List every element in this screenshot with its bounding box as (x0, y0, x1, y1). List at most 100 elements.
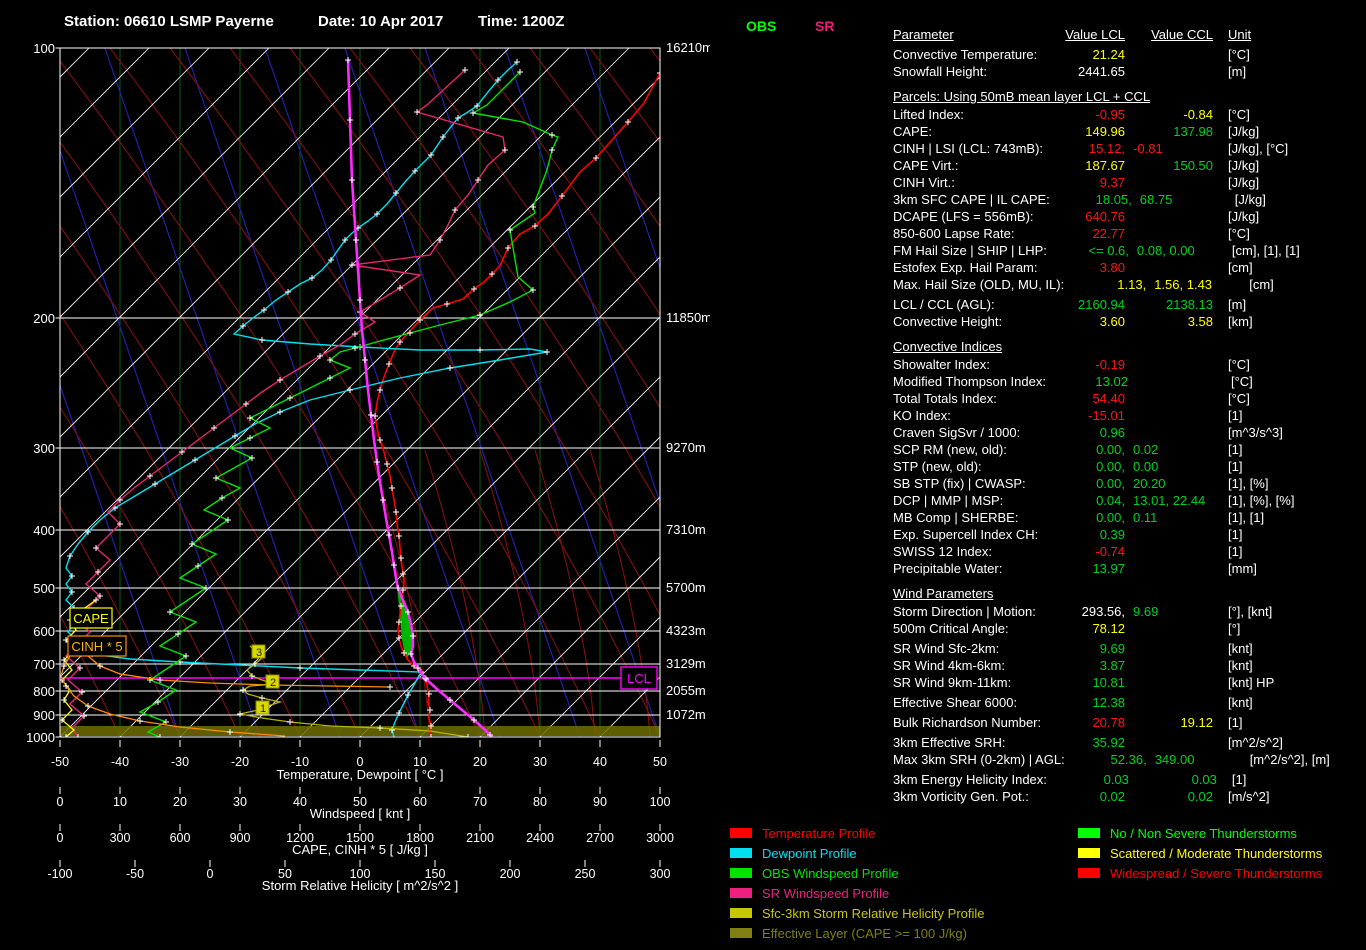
unit-label: [knt] (1228, 695, 1253, 710)
unit-label: [1] (1228, 715, 1243, 730)
unit-label: [°C] (1228, 107, 1250, 122)
value-lcl: 54.40 (1092, 391, 1125, 406)
value-ccl (1125, 694, 1213, 711)
value-lcl: 9.37 (1099, 175, 1125, 190)
unit-label: [J/kg] (1228, 158, 1260, 173)
table-row: STP (new, old): 0.00, 0.00 [1] (893, 458, 1363, 475)
axis-tick-label: 300 (650, 867, 671, 881)
table-row: KO Index: -15.01 [1] (893, 407, 1363, 424)
value-ccl (1125, 674, 1213, 691)
table-row: Snowfall Height: 2441.65 [m] (893, 63, 1363, 80)
param-label: CAPE Virt.: (893, 158, 959, 173)
altitude-label: 9270m (666, 440, 706, 455)
axis-tick-label: 60 (413, 795, 427, 809)
value-lcl: 0.39 (1099, 527, 1125, 542)
unit-label: [J/kg], [°C] (1228, 141, 1289, 156)
value-lcl: 3.80 (1099, 260, 1125, 275)
value-ccl (1125, 734, 1213, 751)
param-label: FM Hail Size | SHIP | LHP: (893, 243, 1047, 258)
value-ccl (1125, 356, 1213, 373)
value-lcl: 2160.94 (1078, 297, 1125, 312)
table-row: FM Hail Size | SHIP | LHP: <= 0.6, 0.08, 0… (893, 242, 1363, 259)
header-parameter: Parameter (893, 27, 954, 42)
value-extra: 1.56, 1.43 (1154, 277, 1213, 292)
station-title: Station: 06610 LSMP Payerne (64, 13, 274, 30)
table-row: CINH | LSI (LCL: 743mB): 15.12, -0.81 [J/kg… (893, 140, 1363, 157)
param-label: SR Wind 4km-6km: (893, 658, 1005, 673)
param-label: Convective Temperature: (893, 47, 1038, 62)
param-label: Storm Direction | Motion: (893, 604, 1036, 619)
table-row: Showalter Index: -0.19 [°C] (893, 356, 1363, 373)
table-row: SCP RM (new, old): 0.00, 0.02 [1] (893, 441, 1363, 458)
unit-label: [J/kg] (1228, 124, 1260, 139)
value-lcl: 0.96 (1099, 425, 1125, 440)
unit-label: [cm], [1], [1] (1231, 243, 1300, 258)
pressure-tick-label: 500 (33, 581, 55, 596)
legend-label: No / Non Severe Thunderstorms (1110, 825, 1297, 841)
table-row: CINH Virt.: 9.37 [J/kg] (893, 174, 1363, 191)
table-row: 3km Energy Helicity Index: 0.03 0.03 [1] (893, 771, 1363, 788)
table-row: Precipitable Water: 13.97 [mm] (893, 560, 1363, 577)
value-lcl: 21.24 (1092, 47, 1125, 62)
lcl-label: LCL (627, 671, 651, 686)
legend-item: OBS Windspeed Profile (730, 863, 985, 883)
value-extra: 20.20 (1133, 476, 1166, 491)
axis-tick-label: -100 (47, 867, 72, 881)
svg-text:3: 3 (256, 647, 262, 659)
param-label: 850-600 Lapse Rate: (893, 226, 1015, 241)
value-extra: 0.11 (1133, 510, 1158, 525)
table-row: SR Wind 4km-6km: 3.87 [knt] (893, 657, 1363, 674)
value-ccl (1125, 526, 1213, 543)
param-label: 3km SFC CAPE | IL CAPE: (893, 192, 1050, 207)
unit-label: [m^2/s^2], [m] (1249, 752, 1330, 767)
value-extra: 13.01, 22.44 (1133, 493, 1206, 508)
axis-tick-label: 30 (533, 755, 547, 769)
value-lcl: 78.12 (1092, 621, 1125, 636)
value-lcl: 0.00, (1096, 510, 1125, 525)
table-row: 3km Effective SRH: 35.92 [m^2/s^2] (893, 734, 1363, 751)
param-label: SR Wind Sfc-2km: (893, 641, 1000, 656)
value-extra: 0.02 (1133, 442, 1159, 457)
axis-tick-label: 2700 (586, 831, 614, 845)
legend-label: Effective Layer (CAPE >= 100 J/kg) (762, 925, 967, 941)
table-row: Lifted Index: -0.95 -0.84 [°C] (893, 106, 1363, 123)
axis-tick-label: 30 (233, 795, 247, 809)
table-row: CAPE: 149.96 137.98 [J/kg] (893, 123, 1363, 140)
value-ccl (1125, 543, 1213, 560)
value-lcl: -0.19 (1095, 357, 1125, 372)
value-ccl (1125, 560, 1213, 577)
section-title: Convective Indices (893, 339, 1003, 354)
table-row: Max. Hail Size (OLD, MU, IL): 1.13, 1.56, … (893, 276, 1363, 293)
legend-label: Widespread / Severe Thunderstorms (1110, 865, 1323, 881)
altitude-label: 2055m (666, 683, 706, 698)
value-lcl: 293.56, (1081, 604, 1125, 619)
value-lcl: 2441.65 (1078, 64, 1125, 79)
section-title: Wind Parameters (893, 586, 994, 601)
table-row: Total Totals Index: 54.40 [°C] (893, 390, 1363, 407)
param-label: CINH Virt.: (893, 175, 955, 190)
date-title: Date: 10 Apr 2017 (318, 13, 444, 30)
table-row: SWISS 12 Index: -0.74 [1] (893, 543, 1363, 560)
axis-tick-label: 0 (57, 831, 64, 845)
axis-title: Temperature, Dewpoint [ °C ] (276, 767, 443, 782)
legend-swatch (1078, 828, 1100, 838)
value-ccl: 150.50 (1173, 158, 1213, 173)
profile-legend: Temperature Profile Dewpoint Profile OBS W… (730, 823, 985, 943)
table-row: 500m Critical Angle: 78.12 [°] (893, 620, 1363, 637)
legend-label: OBS Windspeed Profile (762, 865, 899, 881)
param-label: Total Totals Index: (893, 391, 997, 406)
legend-label: Dewpoint Profile (762, 845, 857, 861)
pressure-tick-label: 600 (33, 624, 55, 639)
param-label: Convective Height: (893, 314, 1003, 329)
value-lcl: 0.00, (1096, 476, 1125, 491)
unit-label: [m] (1228, 297, 1247, 312)
param-label: CAPE: (893, 124, 933, 139)
axis-tick-label: 3000 (646, 831, 674, 845)
table-row: DCP | MMP | MSP: 0.04, 13.01, 22.44 [1], [%… (893, 492, 1363, 509)
value-ccl (1125, 225, 1213, 242)
param-label: 3km Vorticity Gen. Pot.: (893, 789, 1029, 804)
table-row: SB STP (fix) | CWASP: 0.00, 20.20 [1], [%] (893, 475, 1363, 492)
unit-label: [mm] (1228, 561, 1257, 576)
value-ccl (1125, 208, 1213, 225)
parameter-rows: Convective Temperature: 21.24 [°C] Snowfall… (893, 46, 1363, 805)
